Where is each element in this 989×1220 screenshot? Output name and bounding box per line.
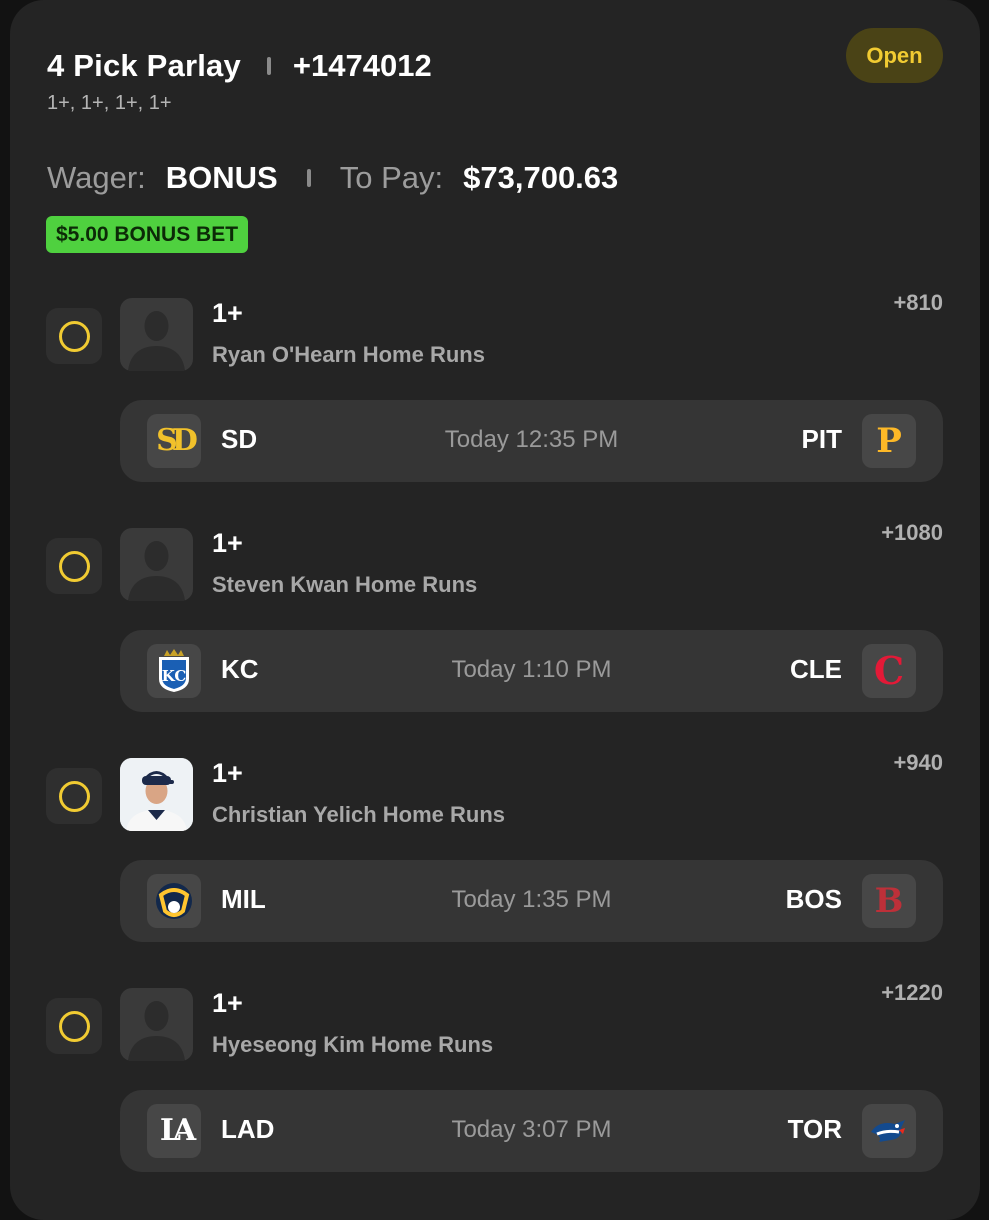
leg-status-indicator bbox=[46, 308, 102, 364]
leg-line: 1+ bbox=[212, 528, 243, 558]
leg-line: 1+ bbox=[212, 758, 243, 788]
player-silhouette-icon bbox=[120, 528, 193, 601]
leg-line: 1+ bbox=[212, 298, 243, 328]
pending-ring-icon bbox=[58, 550, 90, 582]
player-photo bbox=[120, 758, 193, 831]
leg-status-indicator bbox=[46, 998, 102, 1054]
pending-ring-icon bbox=[58, 1010, 90, 1042]
parlay-header: 4 Pick Parlay +1474012 bbox=[47, 44, 432, 88]
parlay-leg[interactable]: 1+ Steven Kwan Home Runs +1080 KC KC Tod… bbox=[10, 520, 980, 718]
cle-logo-icon: C bbox=[862, 644, 916, 698]
leg-status-indicator bbox=[46, 768, 102, 824]
legs-summary: 1+, 1+, 1+, 1+ bbox=[47, 92, 172, 114]
wager-value: BONUS bbox=[165, 160, 278, 195]
leg-status-indicator bbox=[46, 538, 102, 594]
parlay-leg[interactable]: 1+ Hyeseong Kim Home Runs +1220 LA LAD T… bbox=[10, 980, 980, 1178]
pit-logo-icon: P bbox=[862, 414, 916, 468]
game-info[interactable]: MIL Today 1:35 PM BOS B bbox=[120, 860, 943, 942]
player-silhouette-icon bbox=[120, 988, 193, 1061]
leg-odds: +810 bbox=[893, 290, 943, 315]
game-info[interactable]: LA LAD Today 3:07 PM TOR bbox=[120, 1090, 943, 1172]
leg-prop: Hyeseong Kim Home Runs bbox=[212, 1032, 494, 1057]
leg-odds: +1220 bbox=[881, 980, 943, 1005]
bos-logo-icon: B bbox=[862, 874, 916, 928]
pending-ring-icon bbox=[58, 780, 90, 812]
home-team: PIT bbox=[801, 424, 842, 454]
parlay-card[interactable]: 4 Pick Parlay +1474012 1+, 1+, 1+, 1+ Op… bbox=[10, 0, 980, 1220]
player-silhouette-icon bbox=[120, 298, 193, 371]
parlay-odds: +1474012 bbox=[292, 48, 432, 83]
to-pay-label: To Pay: bbox=[339, 160, 444, 195]
wager-label: Wager: bbox=[47, 160, 146, 195]
pending-ring-icon bbox=[58, 320, 90, 352]
leg-prop: Christian Yelich Home Runs bbox=[212, 802, 506, 827]
leg-prop: Steven Kwan Home Runs bbox=[212, 572, 478, 597]
home-team: BOS bbox=[785, 884, 842, 914]
status-badge: Open bbox=[846, 28, 943, 83]
wager-row: Wager: BONUS To Pay: $73,700.63 bbox=[47, 156, 618, 200]
bonus-bet-badge: $5.00 BONUS BET bbox=[46, 216, 249, 253]
leg-odds: +940 bbox=[893, 750, 943, 775]
parlay-title: 4 Pick Parlay bbox=[47, 48, 241, 83]
leg-line: 1+ bbox=[212, 988, 243, 1018]
to-pay-value: $73,700.63 bbox=[463, 160, 619, 195]
wager-divider bbox=[306, 169, 311, 187]
leg-odds: +1080 bbox=[881, 520, 943, 545]
home-team: TOR bbox=[787, 1114, 842, 1144]
tor-logo-icon bbox=[862, 1104, 916, 1158]
game-info[interactable]: KC KC Today 1:10 PM CLE C bbox=[120, 630, 943, 712]
parlay-leg[interactable]: 1+ Ryan O'Hearn Home Runs +810 SD SD Tod… bbox=[10, 290, 980, 488]
leg-prop: Ryan O'Hearn Home Runs bbox=[212, 342, 485, 367]
header-divider bbox=[266, 57, 271, 75]
parlay-leg[interactable]: 1+ Christian Yelich Home Runs +940 MIL T… bbox=[10, 750, 980, 948]
home-team: CLE bbox=[790, 654, 842, 684]
game-info[interactable]: SD SD Today 12:35 PM PIT P bbox=[120, 400, 943, 482]
